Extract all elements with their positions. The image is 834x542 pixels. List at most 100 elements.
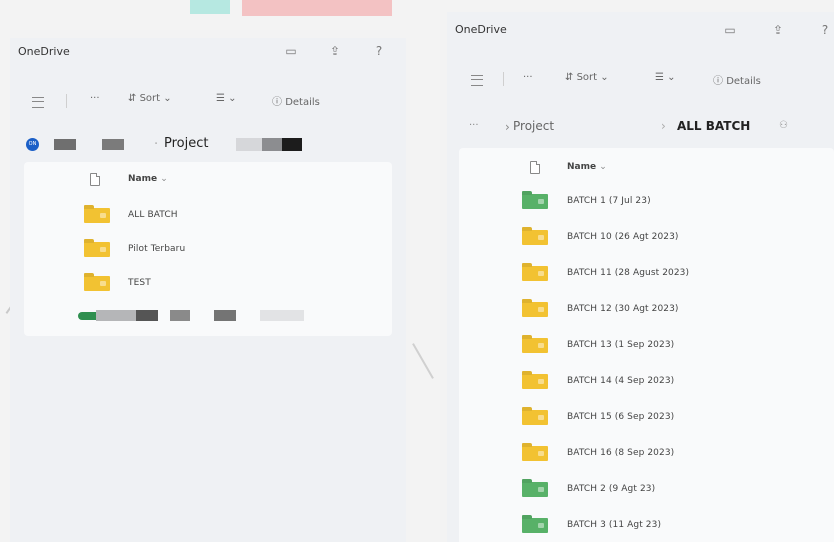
share-icon[interactable]: ⇪ (326, 42, 344, 60)
app-title: OneDrive (455, 23, 507, 36)
file-type-icon (530, 161, 540, 174)
folder-name: BATCH 15 (6 Sep 2023) (567, 412, 675, 422)
redacted-block (78, 312, 98, 320)
breadcrumb-more[interactable]: ··· (469, 120, 479, 131)
details-button[interactable]: ⓘ Details (272, 93, 320, 108)
redacted-breadcrumb (282, 138, 302, 151)
list-item[interactable]: BATCH 14 (4 Sep 2023) (459, 368, 834, 394)
menu-icon[interactable] (32, 97, 44, 108)
list-item[interactable]: ALL BATCH (24, 202, 392, 228)
folder-name: ALL BATCH (128, 210, 178, 220)
folder-name: BATCH 10 (26 Agt 2023) (567, 232, 679, 242)
view-button[interactable]: ☰ ⌄ (655, 72, 676, 83)
folder-icon (84, 276, 110, 291)
breadcrumb-current[interactable]: Project (164, 136, 208, 151)
background-decoration (242, 0, 392, 16)
sort-label: Sort (139, 93, 161, 104)
redacted-block (260, 310, 304, 321)
folder-icon (522, 410, 548, 425)
name-header-label: Name (128, 174, 158, 184)
view-icon: ☰ (655, 72, 664, 83)
list-item[interactable]: BATCH 2 (9 Agt 23) (459, 476, 834, 502)
app-title: OneDrive (18, 45, 70, 58)
folder-icon (522, 374, 548, 389)
menu-icon[interactable] (471, 75, 483, 86)
sort-label: Sort (576, 72, 598, 83)
redacted-block (136, 310, 158, 321)
list-item[interactable]: BATCH 11 (28 Agust 2023) (459, 260, 834, 286)
list-item[interactable]: BATCH 3 (11 Agt 23) (459, 512, 834, 538)
sort-icon: ⇵ (128, 93, 137, 104)
share-icon[interactable]: ⇪ (769, 21, 787, 39)
folder-name: BATCH 11 (28 Agust 2023) (567, 268, 690, 278)
folder-icon (522, 266, 548, 281)
list-header: Name ⌄ (24, 164, 392, 192)
help-icon[interactable]: ? (370, 42, 388, 60)
redacted-breadcrumb (262, 138, 282, 151)
breadcrumb-current[interactable]: ALL BATCH (677, 119, 750, 133)
folder-name: Pilot Terbaru (128, 244, 186, 254)
folder-name: BATCH 14 (4 Sep 2023) (567, 376, 675, 386)
list-item[interactable]: TEST (24, 270, 392, 296)
background-decoration (190, 0, 230, 14)
breadcrumb-parent[interactable]: Project (513, 119, 554, 133)
more-options-button[interactable]: ··· (523, 72, 533, 83)
name-column-header[interactable]: Name ⌄ (128, 174, 168, 184)
chevron-down-icon: ⌄ (667, 72, 676, 83)
view-button[interactable]: ☰ ⌄ (216, 93, 237, 104)
comment-icon[interactable]: ▭ (721, 21, 739, 39)
file-list: Name ⌄ BATCH 1 (7 Jul 23) BATCH 10 (26 A… (459, 148, 834, 542)
title-bar: OneDrive ▭ ⇪ ? (447, 12, 834, 42)
folder-name: TEST (128, 278, 151, 288)
chevron-down-icon: ⌄ (600, 72, 609, 83)
chevron-down-icon: ⌄ (163, 93, 172, 104)
left-onedrive-window: OneDrive ▭ ⇪ ? ··· ⇵ Sort ⌄ ☰ ⌄ ⓘ Detail… (10, 38, 406, 542)
details-button[interactable]: ⓘ Details (713, 72, 761, 87)
folder-icon (522, 230, 548, 245)
folder-icon (522, 338, 548, 353)
more-options-button[interactable]: ··· (90, 93, 100, 104)
details-label: Details (285, 97, 320, 108)
folder-icon (84, 242, 110, 257)
help-icon[interactable]: ? (816, 21, 834, 39)
comment-icon[interactable]: ▭ (282, 42, 300, 60)
background-decoration (412, 343, 434, 379)
folder-icon (522, 482, 548, 497)
people-icon: ⚇ (779, 120, 788, 131)
command-bar: ··· ⇵ Sort ⌄ ☰ ⌄ ⓘ Details (447, 67, 834, 93)
folder-name: BATCH 1 (7 Jul 23) (567, 196, 651, 206)
sort-icon: ⇵ (565, 72, 574, 83)
list-item[interactable]: BATCH 12 (30 Agt 2023) (459, 296, 834, 322)
right-onedrive-window: OneDrive ▭ ⇪ ? ··· ⇵ Sort ⌄ ☰ ⌄ ⓘ Detail… (447, 12, 834, 542)
info-icon: ⓘ (272, 97, 282, 108)
folder-icon (522, 446, 548, 461)
folder-name: BATCH 13 (1 Sep 2023) (567, 340, 675, 350)
list-item[interactable]: BATCH 1 (7 Jul 23) (459, 188, 834, 214)
folder-name: BATCH 12 (30 Agt 2023) (567, 304, 679, 314)
onedrive-cloud-icon[interactable]: ON (26, 138, 39, 151)
redacted-block (214, 310, 236, 321)
sort-button[interactable]: ⇵ Sort ⌄ (128, 93, 172, 104)
command-bar: ··· ⇵ Sort ⌄ ☰ ⌄ ⓘ Details (10, 88, 406, 114)
folder-icon (522, 518, 548, 533)
chevron-down-icon: ⌄ (599, 162, 607, 172)
folder-name: BATCH 3 (11 Agt 23) (567, 520, 662, 530)
breadcrumb-separator: › (505, 120, 510, 134)
breadcrumb: ON · Project (10, 130, 406, 160)
sort-button[interactable]: ⇵ Sort ⌄ (565, 72, 609, 83)
list-header: Name ⌄ (459, 152, 834, 180)
chevron-down-icon: ⌄ (160, 174, 168, 184)
chevron-down-icon: ⌄ (228, 93, 237, 104)
list-item[interactable]: BATCH 13 (1 Sep 2023) (459, 332, 834, 358)
name-column-header[interactable]: Name ⌄ (567, 162, 607, 172)
list-item[interactable]: BATCH 15 (6 Sep 2023) (459, 404, 834, 430)
breadcrumb-separator: · (154, 137, 159, 152)
redacted-block (96, 310, 136, 321)
list-item[interactable]: BATCH 10 (26 Agt 2023) (459, 224, 834, 250)
list-item[interactable]: BATCH 16 (8 Sep 2023) (459, 440, 834, 466)
view-icon: ☰ (216, 93, 225, 104)
name-header-label: Name (567, 162, 597, 172)
list-item[interactable]: Pilot Terbaru (24, 236, 392, 262)
redacted-block (170, 310, 190, 321)
file-list: Name ⌄ ALL BATCH Pilot Terbaru TEST (24, 162, 392, 336)
